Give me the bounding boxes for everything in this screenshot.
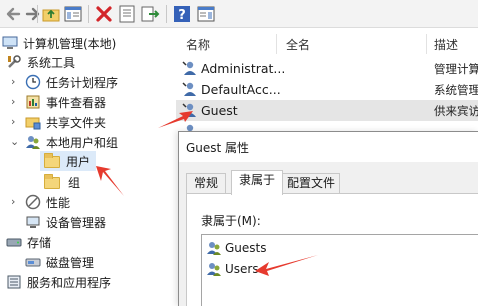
clock-icon [25,74,41,90]
event-viewer-icon [26,95,40,109]
user-name: Administrat... [201,61,286,76]
toolbar: ? [0,0,478,28]
tree-item-label: 用户 [66,154,91,169]
column-header-fullname[interactable]: 全名 [286,36,310,53]
tree-item-label: 性能 [46,195,71,210]
shared-folder-icon [25,117,41,130]
tree-item-label: 服务和应用程序 [27,275,112,290]
tree-item-computer-management[interactable]: 计算机管理(本地) [2,33,116,53]
toolbar-separator [37,5,38,23]
user-description: 系统管理 [434,82,478,97]
tree-item-users-folder[interactable]: 用户 [40,151,96,171]
toolbar-separator [166,5,167,23]
tree-item-label: 设备管理器 [46,215,107,230]
tree-item-label: 本地用户和组 [46,135,119,150]
show-hide-tree-icon[interactable] [63,4,83,24]
list-item[interactable]: Users [206,259,259,279]
folder-icon [44,174,60,189]
user-description: 供来宾访 [434,103,478,118]
tree-item-label: 计算机管理(本地) [23,36,117,51]
system-tools-icon [8,55,21,68]
chevron-right-icon[interactable]: › [11,112,21,132]
table-row[interactable]: Administrat... 管理计算 [176,58,478,79]
tab-panel-member-of: 隶属于(M): Guests Users [186,193,478,306]
chevron-down-icon[interactable]: ⌄ [10,132,20,152]
back-icon[interactable] [4,4,24,24]
group-name: Users [225,262,259,276]
tab-profile[interactable]: 配置文件 [282,173,340,194]
show-hide-action-pane-icon[interactable] [196,4,216,24]
dialog-titlebar[interactable]: Guest 属性 [179,132,478,162]
user-icon [182,61,196,75]
tree-item-label: 系统工具 [27,55,76,70]
tree-item-services-apps[interactable]: 服务和应用程序 [6,272,111,292]
folder-icon [44,153,60,168]
tree-item-label: 组 [68,175,81,190]
group-icon [207,242,221,255]
tree-item-label: 事件查看器 [46,95,107,110]
tree-item-label: 共享文件夹 [46,115,107,130]
tree-item-label: 任务计划程序 [46,75,119,90]
tree-item-storage[interactable]: 存储 [6,232,51,252]
list-item[interactable]: Guests [206,238,267,258]
user-name: Guest [201,103,238,118]
member-of-label: 隶属于(M): [201,214,261,228]
tree-item-system-tools[interactable]: 系统工具 [6,52,75,72]
group-name: Guests [225,241,267,255]
column-divider[interactable] [276,34,277,54]
user-icon [182,103,196,117]
table-row[interactable]: DefaultAcc... 系统管理 [176,79,478,100]
column-header-name[interactable]: 名称 [186,36,210,53]
tab-general[interactable]: 常规 [186,173,226,194]
list-header: 名称 全名 描述 [176,30,478,58]
forward-icon[interactable] [22,4,42,24]
chevron-right-icon[interactable]: › [11,192,21,212]
tree-item-label: 存储 [27,235,52,250]
member-of-list[interactable]: Guests Users [201,234,478,306]
tree-item-device-manager[interactable]: 设备管理器 [25,212,106,232]
console-tree: 计算机管理(本地) 系统工具 › 任务计划程序 › 事件查看器 › 共享文件夹 … [0,30,176,306]
services-icon [7,275,21,289]
up-folder-icon[interactable] [41,4,61,24]
user-name: DefaultAcc... [201,82,281,97]
computer-management-icon [2,36,18,49]
chevron-right-icon[interactable]: › [11,72,21,92]
chevron-right-icon[interactable]: › [11,92,21,112]
dialog-tabs: 常规 隶属于 配置文件 [179,170,478,195]
tree-item-event-viewer[interactable]: 事件查看器 [25,92,106,112]
group-icon [207,263,221,276]
tree-item-disk-management[interactable]: 磁盘管理 [25,252,94,272]
properties-icon[interactable] [117,4,137,24]
disk-management-icon [25,258,41,267]
tree-item-performance[interactable]: 性能 [25,192,70,212]
toolbar-separator [88,5,89,23]
help-icon[interactable]: ? [172,4,192,24]
tree-item-shared-folders[interactable]: 共享文件夹 [25,112,106,132]
column-header-description[interactable]: 描述 [434,36,458,53]
user-icon [182,82,196,96]
tab-member-of[interactable]: 隶属于 [231,170,283,195]
users-group-icon [26,136,40,149]
no-entry-icon [25,194,41,210]
storage-icon [6,238,22,247]
device-manager-icon [26,216,40,228]
guest-properties-dialog: Guest 属性 常规 隶属于 配置文件 隶属于(M): Guests User… [178,131,478,306]
user-description: 管理计算 [434,61,478,76]
column-divider[interactable] [426,34,427,54]
export-list-icon[interactable] [140,4,160,24]
table-row[interactable]: Guest 供来宾访 [176,100,478,121]
delete-icon[interactable] [94,4,114,24]
tree-item-label: 磁盘管理 [46,255,95,270]
svg-text:?: ? [178,8,186,23]
tree-item-groups-folder[interactable]: 组 [44,172,80,192]
tree-item-task-scheduler[interactable]: 任务计划程序 [25,72,118,92]
tree-item-local-users-groups[interactable]: 本地用户和组 [25,132,118,152]
dialog-title: Guest 属性 [186,141,250,155]
